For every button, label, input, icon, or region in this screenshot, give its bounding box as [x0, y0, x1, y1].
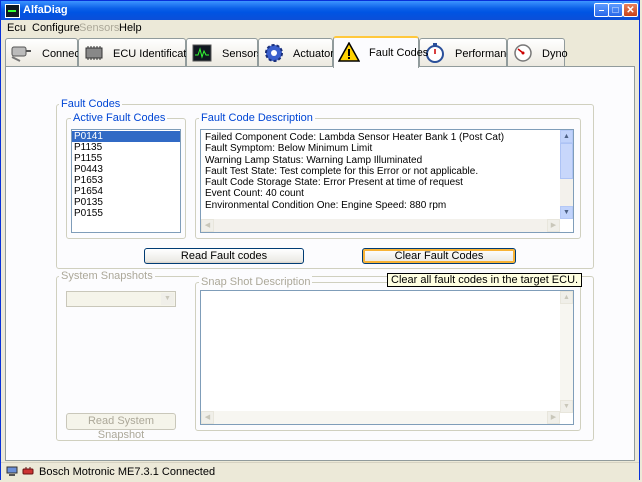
description-line: Fault Test State: Test complete for this… — [205, 165, 479, 177]
description-line: Fault Symptom: Below Minimum Limit — [205, 143, 373, 155]
clear-fault-codes-button[interactable]: Clear Fault Codes — [362, 248, 516, 264]
fault-code-item[interactable]: P1155 — [72, 153, 180, 164]
fault-code-item[interactable]: P1654 — [72, 186, 180, 197]
scroll-left-icon: ◀ — [201, 219, 214, 232]
status-bar: Bosch Motronic ME7.3.1 Connected — [1, 462, 639, 481]
tab-performance[interactable]: Performance — [419, 38, 518, 66]
title-bar[interactable]: AlfaDiag – □ ✕ — [1, 1, 639, 20]
horizontal-scrollbar: ◀ ▶ — [201, 411, 560, 424]
snapshot-select: ▼ — [66, 291, 176, 307]
vertical-scrollbar: ▲ ▼ — [560, 291, 573, 413]
tab-strip: Connect ECU Identification Sensors Actua… — [1, 36, 639, 68]
connection-icon — [22, 467, 34, 475]
fault-code-item[interactable]: P0443 — [72, 164, 180, 175]
system-snapshots-title: System Snapshots — [59, 270, 155, 282]
chip-icon — [85, 46, 103, 60]
computer-icon — [6, 466, 18, 476]
minimize-button[interactable]: – — [594, 3, 609, 17]
tab-label: Dyno — [542, 48, 568, 60]
gauge-icon — [514, 44, 532, 62]
tab-ecu-identification[interactable]: ECU Identification — [78, 38, 201, 66]
fault-description-title: Fault Code Description — [199, 112, 315, 124]
tab-label: Connect — [42, 48, 83, 60]
scroll-thumb[interactable] — [560, 143, 573, 179]
scroll-left-icon: ◀ — [201, 411, 214, 424]
tab-fault-codes[interactable]: Fault Codes — [333, 36, 428, 68]
app-icon — [5, 4, 20, 18]
fault-code-item[interactable]: P0141 — [72, 131, 180, 142]
close-button[interactable]: ✕ — [623, 3, 638, 17]
fault-code-item[interactable]: P1135 — [72, 142, 180, 153]
menu-ecu[interactable]: Ecu — [7, 22, 26, 34]
connect-icon — [11, 46, 31, 62]
description-line: Failed Component Code: Lambda Sensor Hea… — [205, 132, 505, 143]
gear-icon — [265, 44, 283, 62]
fault-description-text[interactable]: Failed Component Code: Lambda Sensor Hea… — [200, 129, 574, 233]
read-fault-codes-button[interactable]: Read Fault codes — [144, 248, 304, 264]
read-system-snapshot-button: Read System Snapshot — [66, 413, 176, 441]
description-line: Warning Lamp Status: Warning Lamp Illumi… — [205, 154, 423, 166]
tab-dyno[interactable]: Dyno — [507, 38, 568, 66]
scroll-down-icon[interactable]: ▼ — [560, 206, 573, 219]
fault-code-item[interactable]: P0155 — [72, 208, 180, 219]
menu-bar: Ecu Configure Sensors Help — [1, 20, 639, 36]
maximize-button[interactable]: □ — [608, 3, 623, 17]
status-text: Bosch Motronic ME7.3.1 Connected — [39, 466, 216, 478]
tab-sensors[interactable]: Sensors — [186, 38, 262, 66]
fault-codes-page: Fault Codes Active Fault Codes P0141 P11… — [5, 66, 635, 461]
menu-configure[interactable]: Configure — [32, 22, 80, 34]
description-line: Event Count: 40 count — [205, 188, 304, 200]
horizontal-scrollbar[interactable]: ◀ ▶ — [201, 219, 560, 232]
tab-actuators[interactable]: Actuators — [258, 38, 339, 66]
active-fault-codes-title: Active Fault Codes — [71, 112, 168, 124]
fault-code-item[interactable]: P0135 — [72, 197, 180, 208]
oscilloscope-icon — [192, 44, 212, 62]
menu-help[interactable]: Help — [119, 22, 142, 34]
scroll-up-icon: ▲ — [560, 291, 573, 304]
fault-codes-group-title: Fault Codes — [59, 98, 123, 110]
scroll-right-icon: ▶ — [547, 411, 560, 424]
tab-label: Sensors — [222, 48, 263, 60]
vertical-scrollbar[interactable]: ▲ ▼ — [560, 130, 573, 219]
description-line: Environmental Condition One: Engine Spee… — [205, 199, 447, 211]
scroll-right-icon: ▶ — [547, 219, 560, 232]
warning-icon — [338, 42, 360, 62]
window-title: AlfaDiag — [23, 4, 68, 16]
scroll-up-icon[interactable]: ▲ — [560, 130, 573, 143]
chevron-down-icon: ▼ — [161, 293, 174, 305]
tab-connect[interactable]: Connect — [5, 38, 83, 66]
snapshot-description-text: ▲ ▼ ◀ ▶ — [200, 290, 574, 425]
fault-code-item[interactable]: P1653 — [72, 175, 180, 186]
fault-code-list[interactable]: P0141 P1135 P1155 P0443 P1653 P1654 P013… — [71, 129, 181, 233]
scroll-down-icon: ▼ — [560, 400, 573, 413]
clear-fault-codes-tooltip: Clear all fault codes in the target ECU. — [387, 273, 583, 287]
app-window: AlfaDiag – □ ✕ Ecu Configure Sensors Hel… — [0, 0, 640, 481]
tab-label: Fault Codes — [369, 47, 429, 59]
description-line: Fault Code Storage State: Error Present … — [205, 177, 463, 189]
snapshot-description-title: Snap Shot Description — [199, 276, 313, 288]
menu-sensors: Sensors — [79, 22, 120, 34]
